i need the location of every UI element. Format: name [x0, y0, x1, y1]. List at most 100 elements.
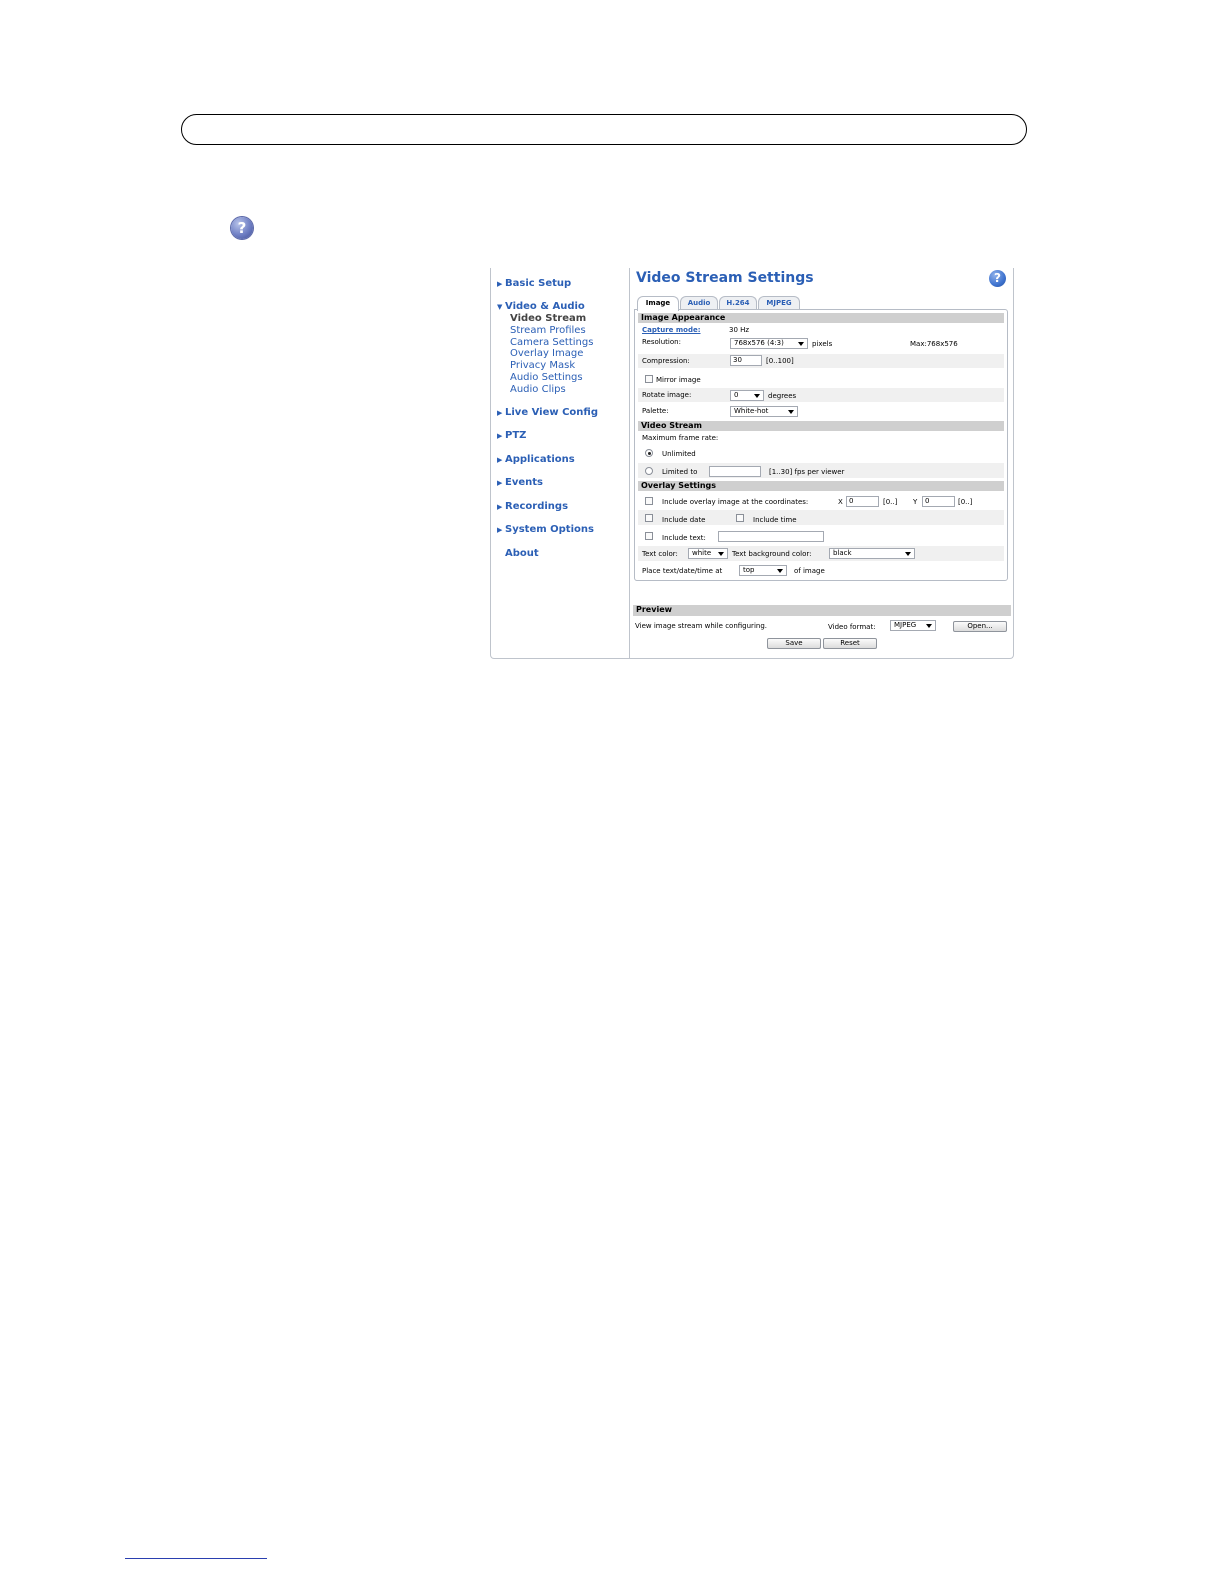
sidebar-subitem-privacy-mask[interactable]: Privacy Mask — [510, 360, 575, 371]
include-text-label: Include text: — [662, 534, 706, 542]
sidebar-item-applications[interactable]: ▶ Applications — [497, 454, 575, 465]
chevron-right-icon: ▶ — [497, 409, 503, 417]
place-label: Place text/date/time at — [642, 567, 723, 575]
page-header-bar — [181, 114, 1027, 145]
chevron-right-icon: ▶ — [497, 503, 503, 511]
sidebar-subitem-audio-clips[interactable]: Audio Clips — [510, 384, 566, 395]
y-range: [0..] — [958, 498, 973, 506]
max-frame-rate-label: Maximum frame rate: — [642, 434, 719, 442]
tab-mjpeg[interactable]: MJPEG — [758, 296, 800, 310]
max-resolution: Max:768x576 — [910, 340, 958, 348]
text-color-select[interactable]: white — [688, 548, 728, 559]
sidebar-item-label: Applications — [505, 454, 575, 465]
include-time-checkbox[interactable] — [736, 514, 744, 522]
y-label: Y — [913, 498, 918, 506]
unlimited-label: Unlimited — [662, 450, 696, 458]
limited-label: Limited to — [662, 468, 698, 476]
main-content: Video Stream Settings ? Image Audio H.26… — [630, 268, 1014, 658]
sidebar-item-label: Events — [505, 477, 543, 488]
tab-h264[interactable]: H.264 — [719, 296, 757, 310]
x-range: [0..] — [883, 498, 898, 506]
fps-hint: [1..30] fps per viewer — [769, 468, 845, 476]
sidebar-item-video-audio[interactable]: ▼ Video & Audio — [497, 301, 585, 312]
sidebar-subitem-video-stream[interactable]: Video Stream — [510, 313, 586, 324]
include-text-checkbox[interactable] — [645, 532, 653, 540]
mirror-image-label: Mirror image — [656, 376, 701, 384]
section-image-appearance: Image Appearance — [638, 313, 1004, 323]
open-button[interactable]: Open... — [953, 621, 1007, 632]
section-overlay-settings: Overlay Settings — [638, 481, 1004, 491]
compression-input[interactable]: 30 — [730, 355, 762, 366]
mirror-image-checkbox[interactable] — [645, 375, 653, 383]
chevron-right-icon: ▶ — [497, 432, 503, 440]
sidebar-item-label: PTZ — [505, 430, 527, 441]
sidebar-item-recordings[interactable]: ▶ Recordings — [497, 501, 568, 512]
sidebar-item-about[interactable]: About — [497, 548, 539, 559]
overlay-text-input[interactable] — [718, 531, 824, 542]
resolution-select[interactable]: 768x576 (4:3) — [730, 338, 808, 349]
include-overlay-image-label: Include overlay image at the coordinates… — [662, 498, 809, 506]
sidebar-item-label: Live View Config — [505, 407, 598, 418]
tab-audio[interactable]: Audio — [680, 296, 718, 310]
page-title: Video Stream Settings — [636, 270, 814, 286]
unlimited-radio[interactable] — [645, 449, 653, 457]
chevron-right-icon: ▶ — [497, 526, 503, 534]
place-select[interactable]: top — [739, 565, 787, 576]
save-button[interactable]: Save — [767, 638, 821, 649]
sidebar-subitem-camera-settings[interactable]: Camera Settings — [510, 337, 593, 348]
tab-image[interactable]: Image — [637, 296, 679, 311]
sidebar-item-basic-setup[interactable]: ▶ Basic Setup — [497, 278, 571, 289]
section-video-stream: Video Stream — [638, 421, 1004, 431]
palette-select[interactable]: White-hot — [730, 406, 798, 417]
help-icon: ? — [231, 217, 253, 239]
sidebar-item-ptz[interactable]: ▶ PTZ — [497, 430, 526, 441]
text-color-label: Text color: — [642, 550, 678, 558]
video-format-select[interactable]: MJPEG — [890, 620, 936, 631]
sidebar-subitem-overlay-image[interactable]: Overlay Image — [510, 348, 583, 359]
sidebar-item-system-options[interactable]: ▶ System Options — [497, 524, 594, 535]
sidebar-item-live-view-config[interactable]: ▶ Live View Config — [497, 407, 598, 418]
sidebar-item-events[interactable]: ▶ Events — [497, 477, 543, 488]
sidebar-item-label: Recordings — [505, 501, 569, 512]
rotate-select[interactable]: 0 — [730, 390, 764, 401]
reset-button[interactable]: Reset — [823, 638, 877, 649]
sidebar-item-label: About — [505, 548, 539, 559]
capture-mode-value: 30 Hz — [729, 326, 750, 334]
capture-mode-link[interactable]: Capture mode: — [642, 326, 701, 334]
chevron-right-icon: ▶ — [497, 456, 503, 464]
text-bg-color-select[interactable]: black — [829, 548, 915, 559]
screenshot-frame: ▶ Basic Setup ▼ Video & Audio Video Stream… — [490, 268, 1014, 659]
include-time-label: Include time — [753, 516, 797, 524]
place-suffix: of image — [794, 567, 825, 575]
video-format-label: Video format: — [828, 623, 876, 631]
include-date-label: Include date — [662, 516, 706, 524]
x-input[interactable]: 0 — [846, 496, 879, 507]
sidebar: ▶ Basic Setup ▼ Video & Audio Video Stream… — [491, 268, 630, 658]
sidebar-item-label: System Options — [505, 524, 594, 535]
x-label: X — [838, 498, 843, 506]
sidebar-subitem-stream-profiles[interactable]: Stream Profiles — [510, 325, 586, 336]
text-bg-color-label: Text background color: — [732, 550, 812, 558]
chevron-right-icon: ▶ — [497, 479, 503, 487]
chevron-down-icon: ▼ — [497, 303, 503, 311]
compression-label: Compression: — [642, 357, 690, 365]
chevron-right-icon: ▶ — [497, 280, 503, 288]
rotate-label: Rotate image: — [642, 391, 692, 399]
sidebar-subitem-audio-settings[interactable]: Audio Settings — [510, 372, 583, 383]
compression-range: [0..100] — [766, 357, 794, 365]
limited-radio[interactable] — [645, 467, 653, 475]
settings-panel: Image Appearance Capture mode: 30 Hz Res… — [634, 309, 1008, 581]
preview-description: View image stream while configuring. — [635, 622, 767, 630]
resolution-unit: pixels — [812, 340, 833, 348]
palette-label: Palette: — [642, 407, 669, 415]
y-input[interactable]: 0 — [922, 496, 955, 507]
footer-rule — [125, 1558, 267, 1559]
include-overlay-image-checkbox[interactable] — [645, 497, 653, 505]
help-icon[interactable]: ? — [989, 270, 1006, 287]
sidebar-item-label: Basic Setup — [505, 278, 572, 289]
include-date-checkbox[interactable] — [645, 514, 653, 522]
frame-rate-input[interactable] — [709, 466, 761, 477]
resolution-label: Resolution: — [642, 338, 681, 346]
section-preview: Preview — [633, 605, 1011, 616]
rotate-unit: degrees — [768, 392, 797, 400]
